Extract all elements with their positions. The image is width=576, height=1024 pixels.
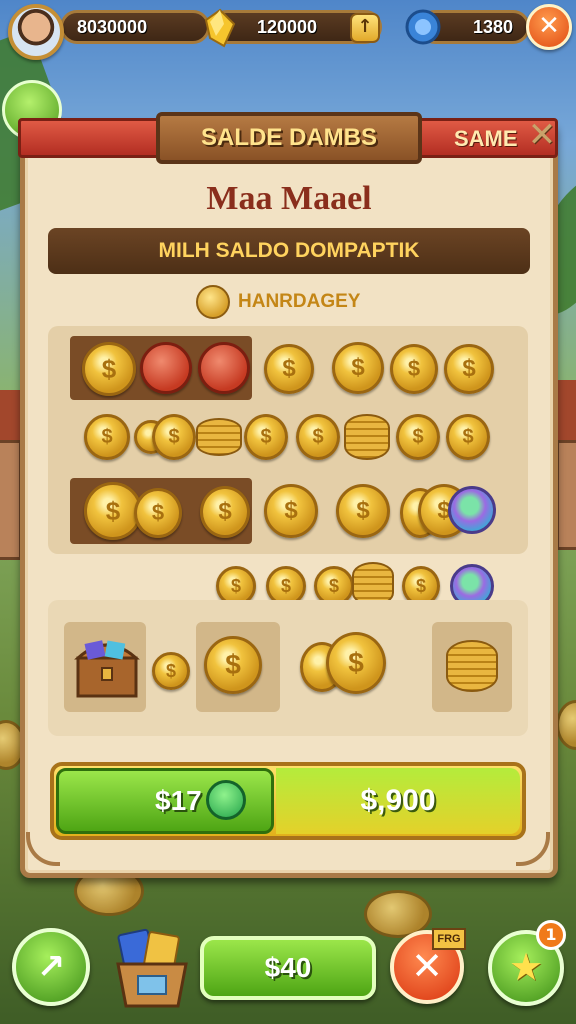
coins-value: 8030000 bbox=[77, 17, 148, 37]
coin-item[interactable]: $ bbox=[396, 414, 440, 460]
tokens-value: 1380 bbox=[473, 17, 514, 37]
home-button[interactable]: ↗ bbox=[12, 928, 90, 1006]
section-header: HANRDAGEY bbox=[196, 284, 360, 320]
notification-badge: 1 bbox=[536, 920, 566, 950]
green-gem-icon bbox=[206, 780, 246, 820]
background-coin bbox=[556, 700, 576, 750]
background-house bbox=[556, 440, 576, 550]
coin-item[interactable]: $ bbox=[244, 414, 288, 460]
coin-item[interactable]: $ bbox=[336, 484, 390, 538]
coin-item[interactable]: $ bbox=[152, 652, 190, 690]
coins-counter: 8030000 bbox=[60, 10, 210, 44]
coin-item[interactable]: $ bbox=[332, 342, 384, 394]
panel-heading: Maa Maael bbox=[206, 180, 372, 217]
panel-close-icon[interactable]: ✕ bbox=[522, 116, 562, 156]
coin-item[interactable]: $ bbox=[296, 414, 340, 460]
coin-stack[interactable] bbox=[446, 640, 498, 692]
coin-item[interactable]: $ bbox=[264, 484, 318, 538]
coin-item[interactable]: $ bbox=[264, 344, 314, 394]
coin-item[interactable]: $ bbox=[152, 414, 196, 460]
coin-item[interactable]: $ bbox=[200, 486, 250, 538]
offer-tag: FRG bbox=[432, 928, 466, 950]
player-avatar[interactable] bbox=[8, 4, 64, 60]
buy-large-button[interactable]: $,900 bbox=[276, 768, 520, 834]
coin-item[interactable]: $ bbox=[84, 414, 130, 460]
red-coin-item[interactable] bbox=[140, 342, 192, 394]
coin-item[interactable]: $ bbox=[446, 414, 490, 460]
blue-badge-icon bbox=[405, 9, 441, 45]
coin-stack[interactable] bbox=[196, 418, 242, 456]
coin-item[interactable]: $ bbox=[204, 636, 262, 694]
coin-item[interactable]: $ bbox=[134, 488, 182, 538]
section-label: HANRDAGEY bbox=[238, 291, 361, 312]
same-tab[interactable]: SAME bbox=[454, 126, 518, 152]
background-house bbox=[0, 440, 22, 560]
gem-orb-item[interactable] bbox=[448, 486, 496, 534]
coin-stack[interactable] bbox=[344, 414, 390, 460]
red-coin-item[interactable] bbox=[198, 342, 250, 394]
add-gems-button[interactable]: ↑ bbox=[350, 13, 380, 43]
bottom-price-button[interactable]: $40 bbox=[200, 936, 376, 1000]
coin-item[interactable]: $ bbox=[326, 632, 386, 694]
panel-subheading: MILH SALDO DOMPAPTIK bbox=[48, 228, 530, 274]
treasure-chest-icon bbox=[74, 640, 140, 698]
coin-item[interactable]: $ bbox=[82, 342, 136, 396]
coin-item[interactable]: $ bbox=[444, 344, 494, 394]
close-icon[interactable]: ✕ bbox=[526, 4, 572, 50]
small-price: $17 bbox=[155, 785, 202, 816]
gems-value: 120000 bbox=[257, 17, 318, 37]
coin-item[interactable]: $ bbox=[390, 344, 438, 394]
coin-icon bbox=[196, 285, 230, 319]
gold-gem-icon bbox=[204, 8, 236, 48]
top-bar: 8030000 120000 ↑ 1380 ✕ bbox=[0, 0, 576, 62]
panel-title: SALDE DAMBS bbox=[156, 112, 422, 164]
cards-bag-icon[interactable] bbox=[112, 924, 192, 1010]
